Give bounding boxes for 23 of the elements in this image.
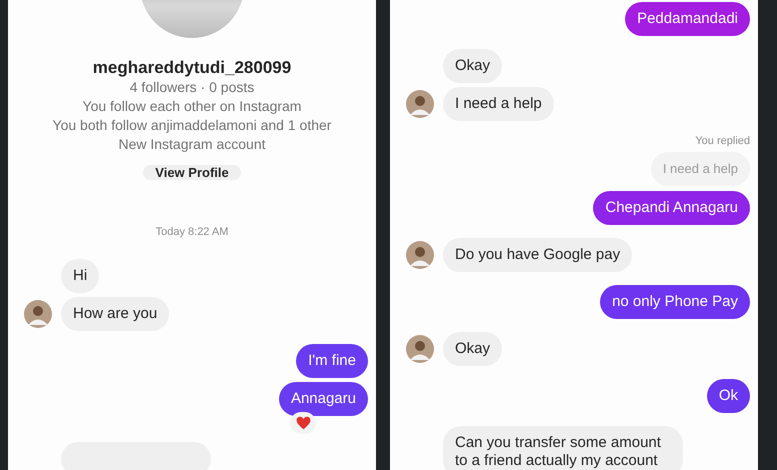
message-bubble: Okay [443, 332, 502, 366]
timestamp: Today 8:22 AM [156, 225, 228, 239]
profile-stats: 4 followers · 0 posts [130, 78, 254, 97]
message-bubble: I need a help [443, 87, 554, 121]
message-bubble: Peddamandadi [625, 2, 750, 36]
mutual-text: You follow each other on Instagram [82, 97, 302, 116]
message-bubble: no only Phone Pay [600, 285, 750, 319]
message-bubble: Do you have Google pay [443, 238, 632, 272]
message-bubble: Can you transfer some amount to a friend actually my account [443, 426, 683, 470]
account-note: New Instagram account [118, 135, 266, 154]
message-bubble: Okay [443, 49, 502, 83]
message-bubble: Annagaru [278, 382, 368, 416]
quoted-message: I need a help [650, 152, 750, 186]
message-bubble: Ok [706, 379, 750, 413]
username: meghareddytudi_280099 [92, 58, 292, 78]
heart-icon [296, 416, 310, 430]
mutual-follows-text: You both follow anjimaddelamoni and 1 other [52, 116, 332, 135]
message-bubble: Chepandi Annagaru [593, 191, 750, 225]
message-bubble: I'm fine [296, 344, 368, 378]
reply-label: You replied [695, 135, 750, 147]
message-bubble: Hi [61, 259, 100, 293]
message-bubble: How are you [61, 297, 170, 331]
view-profile-button[interactable]: View Profile [143, 165, 241, 180]
